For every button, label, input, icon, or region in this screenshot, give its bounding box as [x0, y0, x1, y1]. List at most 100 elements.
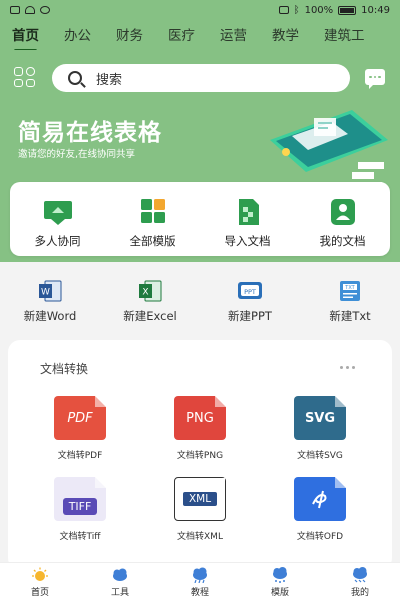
- apps-grid-icon[interactable]: [14, 67, 36, 87]
- notification-icon: [10, 6, 20, 14]
- import-document-label: 导入文档: [224, 234, 271, 248]
- txt-icon: TXT: [340, 281, 360, 301]
- new-excel-button[interactable]: X 新建Excel: [100, 280, 200, 330]
- banner-illustration: [270, 110, 388, 188]
- nav-tutorial-label: 教程: [190, 588, 209, 598]
- battery-icon: [338, 5, 357, 15]
- search-bar[interactable]: 搜索: [52, 64, 350, 92]
- battery-percent: 100%: [304, 4, 334, 16]
- tab-finance[interactable]: 财务: [116, 24, 143, 50]
- convert-to-svg-label: 文档转SVG: [297, 451, 343, 461]
- nfc-icon: [278, 6, 289, 14]
- new-txt-button[interactable]: TXT 新建Txt: [300, 280, 400, 330]
- word-icon: W: [39, 280, 62, 302]
- convert-to-ofd-label: 文档转OFD: [296, 532, 344, 542]
- collaboration-icon: [43, 201, 72, 225]
- convert-to-png-button[interactable]: PNG 文档转PNG: [140, 396, 260, 461]
- xml-file-icon: XML: [174, 477, 226, 521]
- svg-text:TXT: TXT: [344, 285, 355, 291]
- ofd-file-icon: [294, 477, 346, 521]
- convert-to-png-label: 文档转PNG: [176, 451, 224, 461]
- tab-teaching[interactable]: 教学: [272, 24, 299, 50]
- xml-badge: XML: [182, 492, 218, 506]
- png-badge: PNG: [186, 410, 214, 426]
- convert-to-pdf-label: 文档转PDF: [57, 451, 103, 461]
- conversion-grid: PDF 文档转PDF PNG 文档转PNG SVG 文档转SVG TIFF 文档…: [20, 396, 380, 542]
- excel-icon: X: [139, 280, 162, 302]
- nav-profile[interactable]: 我的: [320, 563, 400, 600]
- nav-profile-label: 我的: [350, 588, 369, 598]
- convert-to-ofd-button[interactable]: 文档转OFD: [260, 477, 380, 542]
- document-conversion-panel: 文档转换 PDF 文档转PDF PNG 文档转PNG SVG 文档转SVG TI…: [8, 340, 392, 570]
- convert-to-tiff-button[interactable]: TIFF 文档转Tiff: [20, 477, 140, 542]
- nav-tools-label: 工具: [110, 588, 129, 598]
- new-word-button[interactable]: W 新建Word: [0, 280, 100, 330]
- templates-icon: [140, 199, 165, 223]
- new-document-row: W 新建Word X 新建Excel PPT 新建PPT TXT 新建Txt: [0, 280, 400, 330]
- templates-nav-icon: [273, 567, 287, 583]
- convert-to-tiff-label: 文档转Tiff: [59, 532, 101, 542]
- bottom-navigation: 首页 工具 教程 模版 我的: [0, 562, 400, 600]
- svg-text:PPT: PPT: [244, 288, 256, 296]
- convert-to-xml-button[interactable]: XML 文档转XML: [140, 477, 260, 542]
- banner-title: 简易在线表格: [18, 120, 162, 146]
- svg-file-icon: SVG: [294, 396, 346, 440]
- collaboration-label: 多人协同: [34, 234, 81, 248]
- templates-button[interactable]: 全部模版: [105, 182, 200, 256]
- nav-templates[interactable]: 模版: [240, 563, 320, 600]
- category-tabs: 首页 办公 财务 医疗 运营 教学 建筑工: [0, 24, 400, 50]
- tools-icon: [113, 568, 127, 581]
- app-notification-icon: [40, 6, 50, 14]
- templates-label: 全部模版: [129, 234, 176, 248]
- png-file-icon: PNG: [174, 396, 226, 440]
- my-documents-icon: [330, 199, 355, 225]
- convert-to-svg-button[interactable]: SVG 文档转SVG: [260, 396, 380, 461]
- new-txt-label: 新建Txt: [329, 309, 371, 323]
- search-icon: [68, 71, 82, 85]
- new-ppt-label: 新建PPT: [228, 309, 272, 323]
- pdf-badge: PDF: [67, 410, 93, 426]
- new-word-label: 新建Word: [23, 309, 77, 323]
- my-documents-button[interactable]: 我的文档: [295, 182, 390, 256]
- collaboration-button[interactable]: 多人协同: [10, 182, 105, 256]
- wifi-icon: [25, 6, 35, 14]
- profile-icon: [353, 567, 367, 583]
- tab-medical[interactable]: 医疗: [168, 24, 195, 50]
- svg-text:W: W: [41, 288, 50, 298]
- banner-subtitle: 邀请您的好友,在线协同共享: [18, 149, 136, 160]
- new-excel-label: 新建Excel: [123, 309, 177, 323]
- tutorial-icon: [193, 567, 207, 583]
- clock: 10:49: [361, 4, 390, 16]
- quick-actions-card: 多人协同 全部模版 导入文档 我的文档: [10, 182, 390, 256]
- import-document-button[interactable]: 导入文档: [200, 182, 295, 256]
- more-options-icon[interactable]: [340, 366, 355, 369]
- svg-text:X: X: [142, 288, 148, 298]
- svg-badge: SVG: [304, 410, 336, 426]
- ppt-icon: PPT: [238, 282, 262, 299]
- convert-to-xml-label: 文档转XML: [177, 532, 223, 542]
- status-right: ᛒ 100% 10:49: [278, 4, 390, 16]
- message-icon[interactable]: [365, 69, 385, 89]
- pdf-file-icon: PDF: [54, 396, 106, 440]
- nav-templates-label: 模版: [270, 588, 289, 598]
- status-bar: ᛒ 100% 10:49: [0, 0, 400, 20]
- nav-home-label: 首页: [30, 588, 49, 598]
- status-left: [10, 6, 50, 14]
- tab-home[interactable]: 首页: [12, 24, 39, 50]
- ofd-logo-icon: [312, 490, 327, 509]
- nav-home[interactable]: 首页: [0, 563, 80, 600]
- nav-tutorial[interactable]: 教程: [160, 563, 240, 600]
- my-documents-label: 我的文档: [319, 234, 366, 248]
- nav-tools[interactable]: 工具: [80, 563, 160, 600]
- tab-office[interactable]: 办公: [64, 24, 91, 50]
- tab-construction[interactable]: 建筑工: [324, 24, 365, 50]
- tiff-badge: TIFF: [62, 497, 98, 515]
- convert-to-pdf-button[interactable]: PDF 文档转PDF: [20, 396, 140, 461]
- bluetooth-icon: ᛒ: [293, 4, 300, 16]
- home-sun-icon: [32, 567, 48, 581]
- tab-operations[interactable]: 运营: [220, 24, 247, 50]
- import-document-icon: [238, 199, 259, 225]
- search-input[interactable]: 搜索: [96, 69, 122, 88]
- conversion-section-title: 文档转换: [40, 362, 89, 376]
- new-ppt-button[interactable]: PPT 新建PPT: [200, 280, 300, 330]
